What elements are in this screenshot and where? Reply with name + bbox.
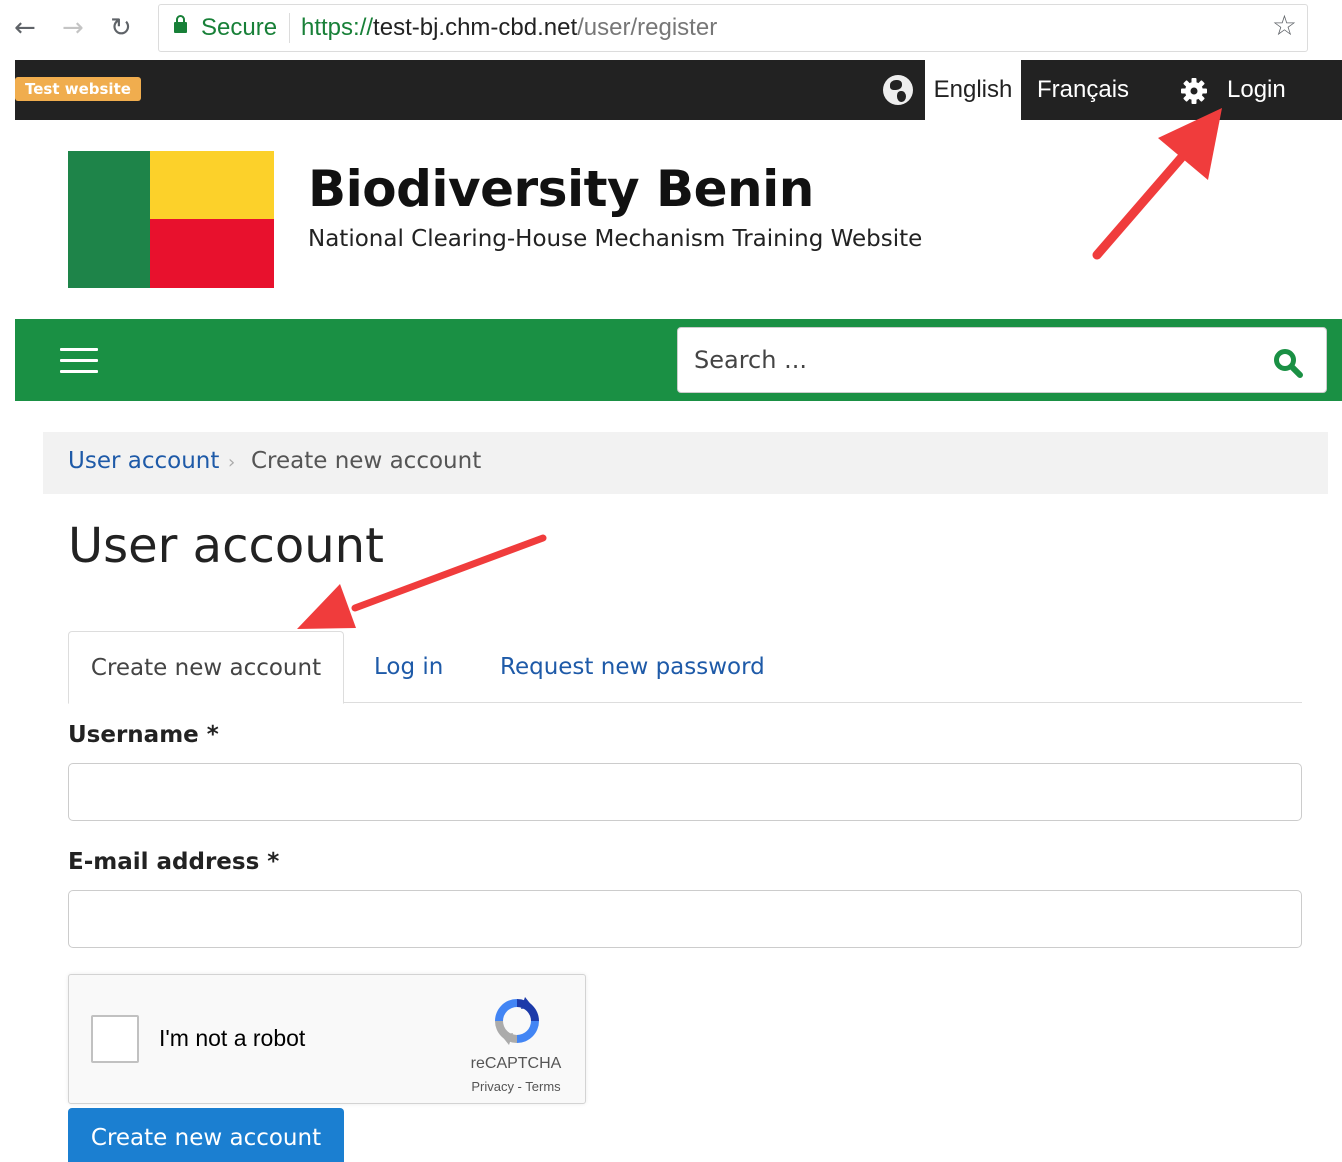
url-text[interactable]: https://test-bj.chm-cbd.net/user/registe… [301, 14, 717, 42]
address-bar[interactable]: Secure https://test-bj.chm-cbd.net/user/… [158, 4, 1308, 52]
annotation-arrow-login [1092, 108, 1222, 260]
globe-icon [883, 75, 913, 105]
reload-icon[interactable]: ↻ [110, 8, 132, 48]
back-arrow-icon[interactable]: ← [14, 8, 36, 48]
bookmark-star-icon[interactable]: ☆ [1272, 9, 1297, 42]
flag-green-band [68, 151, 150, 288]
language-english[interactable]: English [925, 60, 1021, 120]
create-account-button[interactable]: Create new account [68, 1108, 344, 1162]
search-icon[interactable] [1272, 348, 1306, 380]
url-path: /user/register [577, 14, 718, 41]
lock-icon [174, 15, 187, 33]
top-bar: Test website English Français Login [15, 60, 1342, 120]
recaptcha-logo-icon [495, 997, 539, 1045]
page-title: User account [68, 518, 384, 574]
flag-red-band [150, 219, 274, 288]
tab-log-in[interactable]: Log in [374, 631, 443, 703]
gear-icon [1181, 78, 1207, 104]
search-box [677, 327, 1327, 393]
recaptcha-checkbox[interactable] [91, 1015, 139, 1063]
language-french[interactable]: Français [1037, 60, 1129, 120]
hamburger-menu-icon[interactable] [60, 348, 98, 374]
login-link[interactable]: Login [1227, 60, 1286, 120]
browser-toolbar: ← → ↻ Secure https://test-bj.chm-cbd.net… [0, 0, 1342, 60]
recaptcha-brand: reCAPTCHA [470, 1055, 562, 1072]
address-divider [289, 13, 290, 43]
main-nav-bar [15, 319, 1342, 401]
email-label: E-mail address * [68, 849, 280, 875]
recaptcha-widget: I'm not a robot reCAPTCHA Privacy - Term… [68, 974, 586, 1104]
hamburger-line [60, 370, 98, 373]
secure-label: Secure [201, 14, 278, 41]
recaptcha-privacy-terms[interactable]: Privacy - Terms [449, 1079, 583, 1094]
site-name[interactable]: Biodiversity Benin [308, 160, 814, 218]
site-slogan: National Clearing-House Mechanism Traini… [308, 226, 923, 252]
forward-arrow-icon[interactable]: → [62, 8, 84, 48]
browser-menu-icon[interactable]: ⋮ [1332, 14, 1342, 40]
url-scheme: https:// [301, 14, 374, 41]
email-field[interactable] [68, 890, 1302, 948]
tab-create-account[interactable]: Create new account [68, 631, 344, 704]
benin-flag-logo[interactable] [68, 151, 274, 288]
test-website-badge: Test website [15, 77, 141, 101]
url-host: test-bj.chm-cbd.net [373, 14, 578, 41]
account-tabs: Create new account Log in Request new pa… [68, 631, 1302, 704]
username-label: Username * [68, 722, 219, 748]
search-input[interactable] [678, 328, 1258, 392]
hamburger-line [60, 348, 98, 351]
tab-request-password[interactable]: Request new password [500, 631, 765, 703]
hamburger-line [60, 359, 98, 362]
breadcrumb-current: Create new account [251, 448, 482, 474]
breadcrumb-separator: › [228, 452, 236, 473]
breadcrumb: User account › Create new account [43, 432, 1328, 494]
flag-yellow-band [150, 151, 274, 219]
username-field[interactable] [68, 763, 1302, 821]
recaptcha-label: I'm not a robot [159, 1025, 306, 1051]
breadcrumb-link-user-account[interactable]: User account [68, 448, 219, 474]
